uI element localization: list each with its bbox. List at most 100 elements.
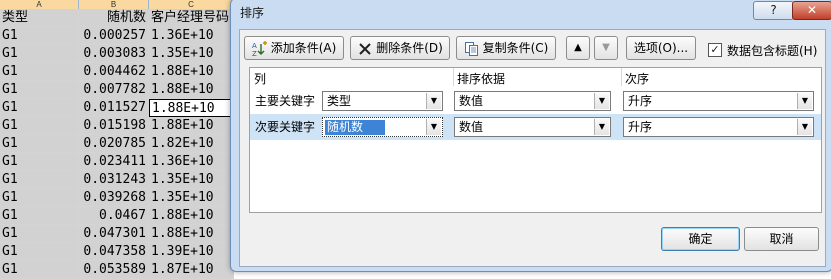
secondary-order-select[interactable]: 升序 ▼: [623, 117, 814, 137]
sort-dialog: 排序 ? ✕ AZ 添加条件(A) 删除条件(D) 复制条件(C) ▲ ▼ 选项…: [230, 0, 831, 272]
ok-button[interactable]: 确定: [661, 227, 740, 251]
table-cell[interactable]: 1.82E+10: [149, 135, 234, 153]
table-cell[interactable]: G1: [0, 81, 79, 99]
table-cell[interactable]: 1.35E+10: [149, 171, 234, 189]
table-cell[interactable]: 0.0467: [79, 207, 149, 225]
options-button[interactable]: 选项(O)...: [626, 36, 696, 60]
primary-sort-on-value: 数值: [459, 94, 484, 108]
primary-column-select[interactable]: 类型 ▼: [322, 91, 443, 111]
header-order: 次序: [625, 72, 650, 86]
header-cell[interactable]: 类型: [0, 9, 79, 27]
secondary-order-value: 升序: [628, 120, 653, 134]
svg-text:Z: Z: [252, 50, 257, 57]
copy-condition-button[interactable]: 复制条件(C): [456, 36, 556, 60]
secondary-key-label: 次要关键字: [255, 120, 316, 134]
table-cell[interactable]: 0.003083: [79, 45, 149, 63]
table-cell[interactable]: 1.88E+10: [149, 63, 234, 81]
table-cell[interactable]: 0.000257: [79, 27, 149, 45]
delete-condition-button[interactable]: 删除条件(D): [350, 36, 450, 60]
table-cell[interactable]: 1.88E+10: [149, 225, 234, 243]
copy-icon: [464, 41, 480, 57]
header-sort-on: 排序依据: [457, 72, 506, 86]
table-cell[interactable]: G1: [0, 153, 79, 171]
primary-order-select[interactable]: 升序 ▼: [623, 91, 814, 111]
sort-level-row[interactable]: 主要关键字 类型 ▼ 数值 ▼ 升序 ▼: [250, 88, 821, 114]
header-cell[interactable]: 随机数: [79, 9, 149, 27]
close-button[interactable]: ✕: [792, 1, 831, 20]
table-cell[interactable]: 1.88E+10: [149, 81, 234, 99]
table-cell[interactable]: G1: [0, 63, 79, 81]
table-cell[interactable]: 0.020785: [79, 135, 149, 153]
table-cell[interactable]: 0.023411: [79, 153, 149, 171]
add-condition-button[interactable]: AZ 添加条件(A): [244, 36, 344, 60]
sort-level-row[interactable]: 次要关键字 随机数 ▼ 数值 ▼ 升序 ▼: [250, 114, 821, 140]
table-cell[interactable]: 0.039268: [79, 189, 149, 207]
table-cell[interactable]: 1.35E+10: [149, 189, 234, 207]
copy-condition-label: 复制条件(C): [482, 41, 549, 55]
column-header-a[interactable]: A: [0, 0, 79, 9]
table-cell[interactable]: 0.004462: [79, 63, 149, 81]
header-cell[interactable]: 客户经理号码: [149, 9, 234, 27]
header-column: 列: [254, 72, 267, 86]
chevron-down-icon[interactable]: ▼: [426, 93, 441, 109]
add-level-icon: AZ: [252, 40, 268, 58]
chevron-down-icon[interactable]: ▼: [594, 93, 609, 109]
table-cell[interactable]: 1.88E+10: [149, 99, 234, 117]
table-cell[interactable]: G1: [0, 27, 79, 45]
table-cell[interactable]: G1: [0, 207, 79, 225]
table-cell[interactable]: G1: [0, 261, 79, 279]
svg-text:A: A: [252, 42, 257, 50]
chevron-down-icon[interactable]: ▼: [797, 119, 812, 135]
table-cell[interactable]: 0.007782: [79, 81, 149, 99]
secondary-sort-on-value: 数值: [459, 120, 484, 134]
help-button[interactable]: ?: [753, 1, 794, 20]
column-header-b[interactable]: B: [79, 0, 149, 9]
chevron-down-icon[interactable]: ▼: [594, 119, 609, 135]
table-cell[interactable]: 0.047301: [79, 225, 149, 243]
secondary-sort-on-select[interactable]: 数值 ▼: [454, 117, 611, 137]
grid-divider: [453, 68, 454, 86]
table-cell[interactable]: 1.39E+10: [149, 243, 234, 261]
table-cell[interactable]: G1: [0, 189, 79, 207]
header-checkbox[interactable]: ✓: [708, 43, 722, 57]
dialog-titlebar[interactable]: 排序 ? ✕: [231, 0, 831, 25]
table-cell[interactable]: 0.031243: [79, 171, 149, 189]
primary-key-label: 主要关键字: [255, 94, 316, 108]
secondary-column-value: 随机数: [325, 120, 386, 135]
secondary-column-select[interactable]: 随机数 ▼: [322, 117, 443, 137]
primary-column-value: 类型: [327, 94, 352, 108]
add-condition-label: 添加条件(A): [270, 41, 337, 55]
table-cell[interactable]: 0.015198: [79, 117, 149, 135]
sort-toolbar: AZ 添加条件(A) 删除条件(D) 复制条件(C) ▲ ▼ 选项(O)... …: [240, 34, 825, 60]
table-cell[interactable]: 1.36E+10: [149, 153, 234, 171]
primary-sort-on-select[interactable]: 数值 ▼: [454, 91, 611, 111]
table-cell[interactable]: G1: [0, 99, 79, 117]
table-cell[interactable]: 1.88E+10: [149, 117, 234, 135]
table-cell[interactable]: 1.87E+10: [149, 261, 234, 279]
table-cell[interactable]: G1: [0, 117, 79, 135]
table-cell[interactable]: 0.011527: [79, 99, 149, 117]
move-up-button[interactable]: ▲: [566, 36, 590, 60]
table-cell[interactable]: G1: [0, 171, 79, 189]
table-cell[interactable]: G1: [0, 225, 79, 243]
header-checkbox-label: 数据包含标题(H): [727, 44, 818, 58]
table-cell[interactable]: G1: [0, 45, 79, 63]
table-cell[interactable]: G1: [0, 135, 79, 153]
dialog-body: AZ 添加条件(A) 删除条件(D) 复制条件(C) ▲ ▼ 选项(O)... …: [239, 29, 826, 267]
table-cell[interactable]: 1.36E+10: [149, 27, 234, 45]
chevron-down-icon[interactable]: ▼: [797, 93, 812, 109]
delete-icon: [357, 41, 373, 57]
grid-divider: [621, 68, 622, 86]
dialog-title: 排序: [240, 6, 265, 20]
table-cell[interactable]: 1.88E+10: [149, 207, 234, 225]
table-cell[interactable]: G1: [0, 243, 79, 261]
grid-header: 列 排序依据 次序: [250, 68, 821, 86]
column-header-c[interactable]: C: [149, 0, 234, 9]
table-cell[interactable]: 1.35E+10: [149, 45, 234, 63]
table-cell[interactable]: 0.047358: [79, 243, 149, 261]
cancel-button[interactable]: 取消: [744, 227, 819, 251]
table-cell[interactable]: 0.053589: [79, 261, 149, 279]
sort-conditions-grid: 列 排序依据 次序 主要关键字 类型 ▼ 数值 ▼ 升序 ▼ 次要关键字 随机数…: [249, 67, 822, 213]
chevron-down-icon[interactable]: ▼: [426, 119, 441, 135]
move-down-button[interactable]: ▼: [594, 36, 618, 60]
